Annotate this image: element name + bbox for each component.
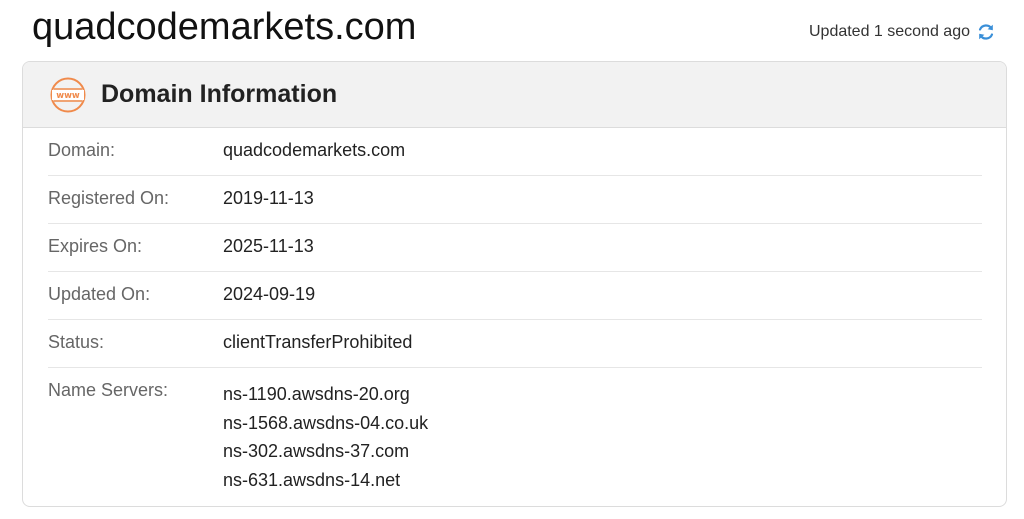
domain-information-card: www Domain Information Domain: quadcodem… <box>22 61 1007 507</box>
status-label: Status: <box>48 332 105 352</box>
registered-on-value: 2019-11-13 <box>223 188 314 208</box>
status-value: clientTransferProhibited <box>223 332 413 352</box>
row-expires-on: Expires On: 2025-11-13 <box>48 224 982 272</box>
name-server-item: ns-302.awsdns-37.com <box>223 441 410 461</box>
name-server-item: ns-1568.awsdns-04.co.uk <box>223 412 429 433</box>
updated-status: Updated 1 second ago <box>809 22 996 42</box>
updated-text: Updated 1 second ago <box>808 23 970 40</box>
row-updated-on: Updated On: 2024-09-19 <box>48 272 982 320</box>
www-icon: www <box>49 76 87 114</box>
svg-text:www: www <box>56 91 80 101</box>
updated-on-value: 2024-09-19 <box>223 284 316 304</box>
expires-on-value: 2025-11-13 <box>223 236 314 256</box>
card-header: www Domain Information <box>23 62 1006 128</box>
row-status: Status: clientTransferProhibited <box>48 320 982 368</box>
card-title: Domain Information <box>101 80 338 108</box>
page: quadcodemarkets.com Updated 1 second ago… <box>0 0 1024 519</box>
domain-label: Domain: <box>48 140 116 160</box>
name-servers-label: Name Servers: <box>48 380 169 400</box>
row-registered-on: Registered On: 2019-11-13 <box>48 176 982 224</box>
domain-heading: quadcodemarkets.com <box>32 6 417 48</box>
updated-on-label: Updated On: <box>48 284 151 304</box>
expires-on-label: Expires On: <box>48 236 143 256</box>
row-name-servers: Name Servers: ns-1190.awsdns-20.org ns-1… <box>48 368 982 494</box>
refresh-icon[interactable] <box>976 22 996 42</box>
name-server-item: ns-631.awsdns-14.net <box>223 469 401 490</box>
row-domain: Domain: quadcodemarkets.com <box>48 128 982 176</box>
name-server-item: ns-1190.awsdns-20.org <box>223 384 410 404</box>
registered-on-label: Registered On: <box>48 188 170 208</box>
name-servers-list: ns-1190.awsdns-20.org ns-1568.awsdns-04.… <box>223 368 428 494</box>
info-rows: Domain: quadcodemarkets.com Registered O… <box>23 128 1006 494</box>
domain-value: quadcodemarkets.com <box>223 140 406 160</box>
